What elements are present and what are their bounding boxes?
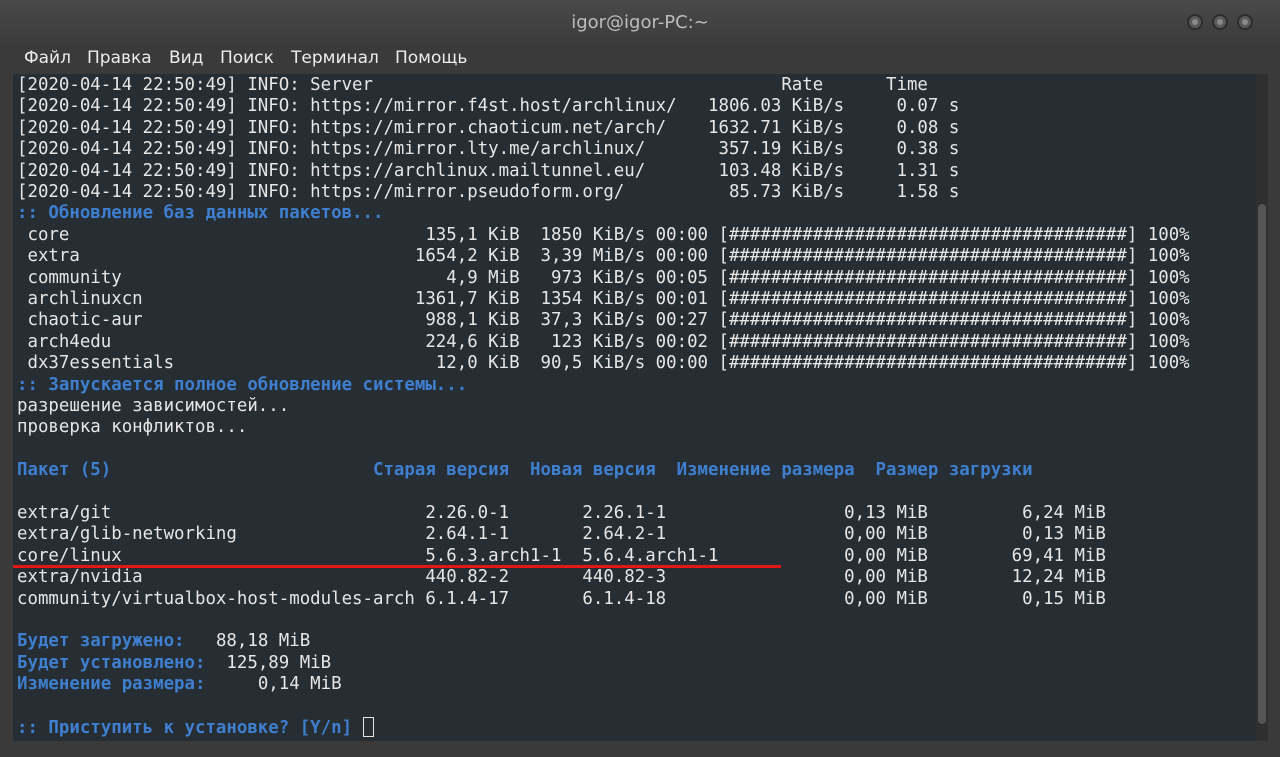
terminal-line: :: Приступить к установке? [Y/n] [17, 717, 374, 738]
scrollbar-thumb[interactable] [1258, 204, 1266, 724]
terminal-line: [2020-04-14 22:50:49] INFO: https://mirr… [17, 139, 960, 160]
terminal-line: extra/glib-networking 2.64.1-1 2.64.2-1 … [17, 524, 1106, 545]
terminal-line: :: Обновление баз данных пакетов... [17, 203, 384, 224]
terminal-line: core/linux 5.6.3.arch1-1 5.6.4.arch1-1 0… [17, 545, 1106, 566]
minimize-icon [1192, 19, 1198, 25]
summary-value: 88,18 MiB [184, 631, 311, 652]
terminal-line: community 4,9 MiB 973 KiB/s 00:05 [#####… [17, 267, 1190, 288]
terminal-line: Пакет (5) Старая версия Новая версия Изм… [17, 460, 1033, 481]
summary-value: 0,14 MiB [205, 674, 342, 695]
terminal-line: extra/git 2.26.0-1 2.26.1-1 0,13 MiB 6,2… [17, 503, 1106, 523]
menu-terminal[interactable]: Терминал [291, 48, 379, 68]
terminal-line: проверка конфликтов... [17, 417, 248, 438]
terminal-line: [2020-04-14 22:50:49] INFO: https://arch… [17, 160, 960, 181]
terminal-line: [2020-04-14 22:50:49] INFO: Server Rate … [17, 75, 928, 95]
terminal-line: Изменение размера: 0,14 MiB [17, 674, 342, 695]
text-cursor[interactable] [362, 717, 374, 737]
summary-label: Будет установлено: [17, 652, 206, 673]
title-bar[interactable]: igor@igor-PC:~ [0, 0, 1280, 44]
scrollbar[interactable] [1256, 74, 1268, 741]
terminal-window: igor@igor-PC:~ Файл Правка Вид Поиск Тер… [0, 0, 1280, 757]
summary-label: Будет загружено: [17, 631, 185, 652]
window-title: igor@igor-PC:~ [571, 12, 709, 33]
maximize-button[interactable] [1212, 14, 1228, 30]
close-button[interactable] [1237, 14, 1253, 30]
terminal-line: arch4edu 224,6 KiB 123 KiB/s 00:02 [####… [17, 331, 1190, 352]
terminal-output[interactable]: [2020-04-14 22:50:49] INFO: Server Rate … [13, 74, 1256, 741]
menu-help[interactable]: Помощь [395, 48, 467, 68]
menu-file[interactable]: Файл [24, 48, 71, 68]
terminal-line: extra 1654,2 KiB 3,39 MiB/s 00:00 [#####… [17, 246, 1190, 267]
terminal-line: Будет установлено: 125,89 MiB [17, 653, 331, 674]
menu-edit[interactable]: Правка [87, 48, 152, 68]
terminal-line: archlinuxcn 1361,7 KiB 1354 KiB/s 00:01 … [17, 289, 1190, 309]
terminal-line: core 135,1 KiB 1850 KiB/s 00:00 [#######… [17, 224, 1190, 245]
terminal-line: :: Запускается полное обновление системы… [17, 374, 468, 395]
terminal-line: [2020-04-14 22:50:49] INFO: https://mirr… [17, 182, 960, 202]
terminal-line: chaotic-aur 988,1 KiB 37,3 KiB/s 00:27 [… [17, 310, 1190, 331]
menu-bar: Файл Правка Вид Поиск Терминал Помощь [0, 44, 1280, 74]
terminal-line: dx37essentials 12,0 KiB 90,5 KiB/s 00:00… [17, 353, 1190, 374]
summary-label: Изменение размера: [17, 674, 206, 695]
menu-view[interactable]: Вид [169, 48, 203, 68]
terminal-line: extra/nvidia 440.82-2 440.82-3 0,00 MiB … [17, 567, 1106, 588]
terminal-line: [2020-04-14 22:50:49] INFO: https://mirr… [17, 96, 960, 117]
terminal-line: разрешение зависимостей... [17, 396, 290, 416]
terminal-line: Будет загружено: 88,18 MiB [17, 631, 310, 652]
terminal-line: [2020-04-14 22:50:49] INFO: https://mirr… [17, 117, 960, 138]
install-prompt: :: Приступить к установке? [Y/n] [17, 718, 363, 738]
maximize-icon [1217, 19, 1223, 25]
close-icon [1242, 19, 1248, 25]
terminal-line: community/virtualbox-host-modules-arch 6… [17, 588, 1106, 609]
window-frame-bottom [0, 741, 1280, 757]
menu-search[interactable]: Поиск [220, 48, 274, 68]
summary-value: 125,89 MiB [205, 652, 332, 673]
minimize-button[interactable] [1187, 14, 1203, 30]
